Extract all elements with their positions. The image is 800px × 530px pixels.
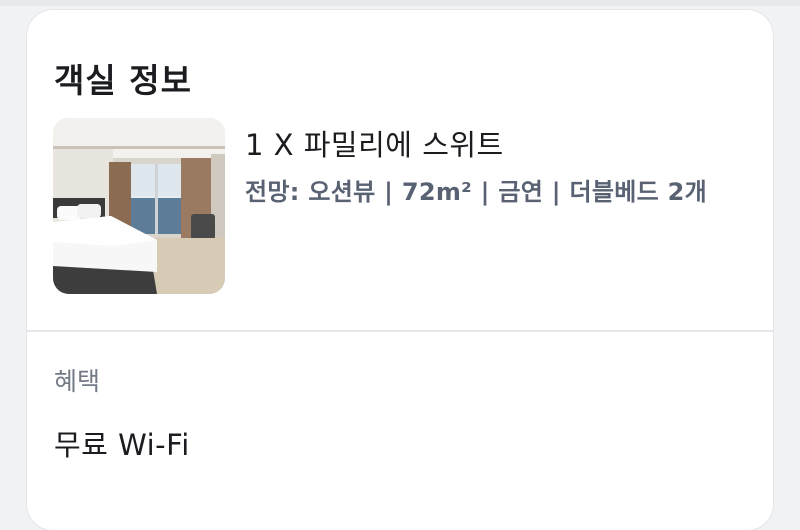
top-divider	[0, 0, 800, 6]
benefits-label: 혜택	[54, 367, 101, 396]
room-photo[interactable]	[53, 118, 225, 294]
room-info-card: 객실 정보 1 X 파밀리에 스위트 전망: 오션뷰 | 72m² | 금연 |…	[27, 10, 773, 530]
room-name: 1 X 파밀리에 스위트	[245, 128, 504, 162]
hotel-room-image	[53, 118, 225, 294]
section-divider	[27, 330, 773, 332]
benefit-item-wifi: 무료 Wi-Fi	[54, 428, 190, 462]
room-details: 전망: 오션뷰 | 72m² | 금연 | 더블베드 2개	[245, 178, 708, 206]
room-info-title: 객실 정보	[54, 61, 192, 100]
